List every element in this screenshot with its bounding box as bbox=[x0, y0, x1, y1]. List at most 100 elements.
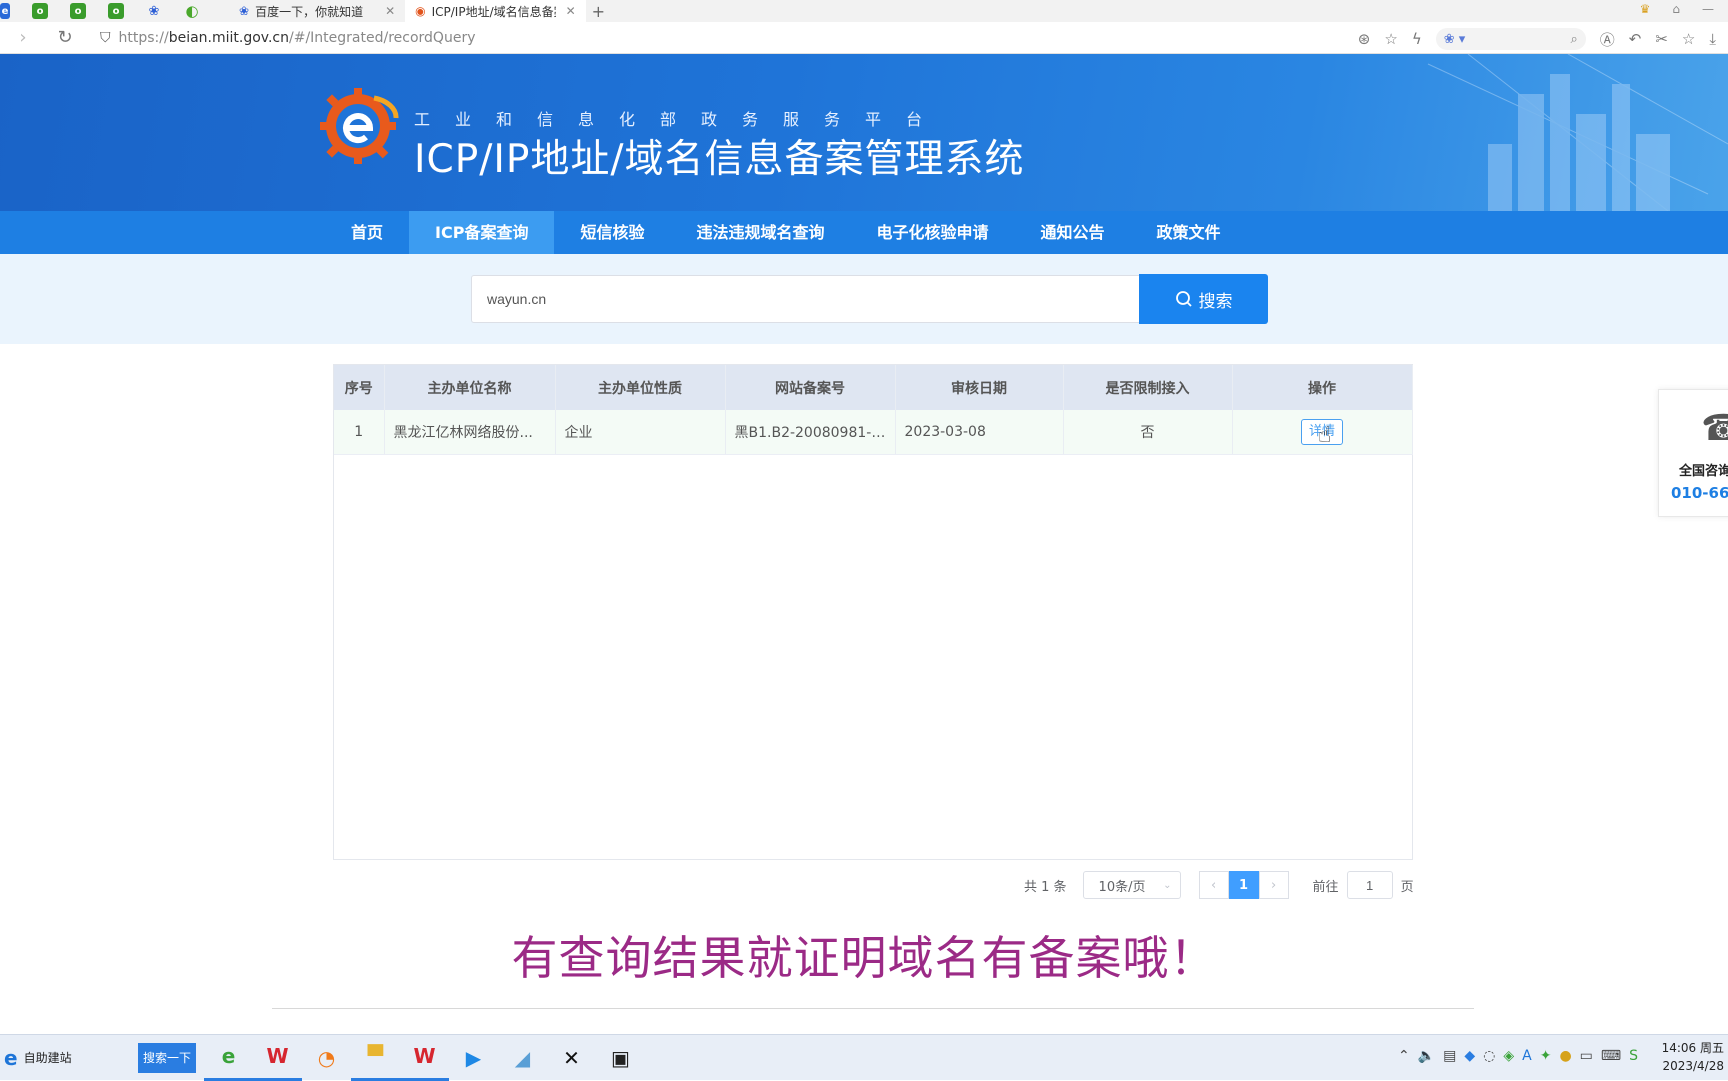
col-record-no: 网站备案号 bbox=[725, 365, 896, 410]
close-tab-icon[interactable]: ✕ bbox=[385, 4, 395, 18]
baidu-paw-icon[interactable]: ❀ bbox=[146, 3, 162, 19]
prev-page-button[interactable]: ‹ bbox=[1198, 871, 1229, 899]
baidu-paw-icon: ❀ bbox=[239, 4, 250, 18]
tray-app-icon[interactable]: ✦ bbox=[1540, 1048, 1552, 1064]
file-explorer-icon[interactable]: ▀ bbox=[351, 1035, 400, 1081]
translate-icon[interactable]: Ⓐ bbox=[1600, 29, 1615, 50]
table-row: 1 黑龙江亿林网络股份... 企业 黑B1.B2-20080981-86 202… bbox=[334, 410, 1413, 455]
chevron-up-icon[interactable]: ⌃ bbox=[1398, 1048, 1410, 1064]
next-page-button[interactable]: › bbox=[1258, 871, 1289, 899]
start-label: 自助建站 bbox=[23, 1051, 72, 1065]
reload-icon[interactable]: ↻ bbox=[50, 27, 80, 48]
volume-icon[interactable]: 🔈 bbox=[1418, 1048, 1435, 1064]
network-icon[interactable]: ▤ bbox=[1443, 1048, 1456, 1064]
tray-app-icon[interactable]: A bbox=[1522, 1048, 1532, 1064]
nav-e-verify-apply[interactable]: 电子化核验申请 bbox=[850, 211, 1014, 254]
col-action: 操作 bbox=[1232, 365, 1413, 410]
taskbar-apps: e W ◔ ▀ W ▶ ◢ ✕ ▣ bbox=[204, 1035, 645, 1081]
download-icon[interactable]: ⤓ bbox=[1709, 30, 1716, 48]
pagination-total: 共 1 条 bbox=[1024, 879, 1067, 895]
scissors-icon[interactable]: ✂ bbox=[1655, 30, 1668, 48]
wps-writer-icon[interactable]: W bbox=[400, 1035, 449, 1081]
cell-org-name: 黑龙江亿林网络股份... bbox=[384, 410, 556, 455]
chevron-down-icon: ⌄ bbox=[1163, 879, 1172, 891]
taskbar-search-button[interactable]: 搜索一下 bbox=[138, 1042, 196, 1073]
capcut-app-icon[interactable]: ✕ bbox=[547, 1035, 596, 1081]
page-size-select[interactable]: 10条/页 ⌄ bbox=[1082, 871, 1181, 899]
search-input[interactable] bbox=[471, 275, 1139, 323]
extension-icon[interactable]: ⊛ bbox=[1358, 30, 1371, 48]
cell-action: 详情 ☝ bbox=[1232, 410, 1413, 455]
search-band: 搜索 bbox=[0, 254, 1728, 344]
recorder-app-icon[interactable]: ▣ bbox=[596, 1035, 645, 1081]
minimize-icon[interactable]: — bbox=[1702, 2, 1714, 16]
keyboard-icon[interactable]: ⌨ bbox=[1601, 1048, 1621, 1064]
consult-side-panel[interactable]: ☎ 全国咨询 010-664 bbox=[1658, 389, 1728, 517]
tab-icp[interactable]: ◉ ICP/IP地址/域名信息备案管理系统 ✕ bbox=[405, 0, 586, 22]
col-restricted: 是否限制接入 bbox=[1063, 365, 1233, 410]
search-icon bbox=[1175, 291, 1192, 307]
url-host: beian.miit.gov.cn bbox=[168, 29, 290, 46]
browser-app-icon[interactable]: e bbox=[204, 1035, 253, 1081]
address-search-box[interactable]: ❀ ▾ ⌕ bbox=[1435, 28, 1586, 50]
clock-time: 14:06 周五 bbox=[1661, 1041, 1724, 1055]
video-app-icon[interactable]: ▶ bbox=[449, 1035, 498, 1081]
notes-app-icon[interactable]: ◢ bbox=[498, 1035, 547, 1081]
star-icon[interactable]: ☆ bbox=[1384, 30, 1397, 48]
address-bar: › ↻ ⛉ https://beian.miit.gov.cn/#/Integr… bbox=[0, 22, 1728, 54]
wps-app-icon[interactable]: W bbox=[253, 1035, 302, 1081]
close-tab-icon[interactable]: ✕ bbox=[566, 4, 576, 18]
taskbar-clock[interactable]: 14:06 周五 2023/4/28 bbox=[1662, 1039, 1724, 1075]
ie-favicon[interactable]: e bbox=[0, 3, 10, 19]
forward-icon[interactable]: › bbox=[8, 27, 38, 48]
bookmark-o-icon[interactable]: o bbox=[32, 3, 48, 19]
tray-app-icon[interactable]: S bbox=[1629, 1048, 1638, 1064]
page-number-current[interactable]: 1 bbox=[1228, 871, 1259, 899]
undo-icon[interactable]: ↶ bbox=[1629, 30, 1642, 48]
nav-icp-query[interactable]: ICP备案查询 bbox=[409, 211, 555, 254]
goto-page-input[interactable] bbox=[1346, 871, 1393, 899]
bookmark-o-icon[interactable]: o bbox=[108, 3, 124, 19]
shirt-icon[interactable]: ⌂ bbox=[1672, 2, 1680, 16]
cell-review-date: 2023-03-08 bbox=[895, 410, 1064, 455]
ie-icon: e bbox=[4, 1045, 18, 1070]
nav-sms-verify[interactable]: 短信核验 bbox=[554, 211, 670, 254]
new-tab-button[interactable]: + bbox=[592, 2, 605, 21]
page-size-value: 10条/页 bbox=[1098, 879, 1146, 895]
nav-illegal-domain-query[interactable]: 违法违规域名查询 bbox=[670, 211, 850, 254]
orange-app-icon[interactable]: ◔ bbox=[302, 1035, 351, 1081]
favorites-icon[interactable]: ☆ bbox=[1682, 30, 1695, 48]
goto-suffix: 页 bbox=[1400, 879, 1414, 895]
lightning-icon[interactable]: ϟ bbox=[1412, 30, 1422, 48]
detail-button[interactable]: 详情 ☝ bbox=[1301, 418, 1343, 447]
header-subtitle: 工业和信息化部政务服务平台 bbox=[414, 110, 948, 129]
browser-tabstrip: e o o o ❀ ◐ ❀ 百度一下，你就知道 ✕ ◉ ICP/IP地址/域名信… bbox=[0, 0, 1728, 22]
tab-baidu[interactable]: ❀ 百度一下，你就知道 ✕ bbox=[229, 0, 405, 22]
url-field[interactable]: ⛉ https://beian.miit.gov.cn/#/Integrated… bbox=[100, 30, 1260, 46]
cell-index: 1 bbox=[334, 410, 385, 455]
nav-notices[interactable]: 通知公告 bbox=[1015, 211, 1131, 254]
search-button-label: 搜索 bbox=[1198, 291, 1233, 311]
nav-home[interactable]: 首页 bbox=[325, 211, 409, 254]
tray-app-icon[interactable]: ● bbox=[1559, 1048, 1571, 1064]
site-header: 工业和信息化部政务服务平台 ICP/IP地址/域名信息备案管理系统 bbox=[0, 54, 1728, 211]
goto-page: 前往 页 bbox=[1313, 871, 1414, 899]
tray-app-icon[interactable]: ◆ bbox=[1464, 1048, 1475, 1064]
cell-record-no: 黑B1.B2-20080981-86 bbox=[725, 410, 896, 455]
table-header-row: 序号 主办单位名称 主办单位性质 网站备案号 审核日期 是否限制接入 操作 bbox=[334, 365, 1413, 410]
browser-logo-icon[interactable]: ◐ bbox=[184, 2, 200, 20]
main-nav: 首页 ICP备案查询 短信核验 违法违规域名查询 电子化核验申请 通知公告 政策… bbox=[0, 211, 1728, 254]
search-button[interactable]: 搜索 bbox=[1139, 274, 1268, 324]
video-caption: 有查询结果就证明域名有备案哦！ bbox=[511, 931, 1217, 985]
tray-app-icon[interactable]: ◈ bbox=[1503, 1048, 1514, 1064]
divider bbox=[272, 1008, 1474, 1009]
bookmark-o-icon[interactable]: o bbox=[70, 3, 86, 19]
phone-icon: ☎ bbox=[1701, 408, 1728, 449]
display-icon[interactable]: ▭ bbox=[1580, 1048, 1593, 1064]
crown-icon[interactable]: ♛ bbox=[1640, 2, 1651, 16]
system-tray: ⌃ 🔈 ▤ ◆ ◌ ◈ A ✦ ● ▭ ⌨ S bbox=[1398, 1048, 1638, 1064]
nav-policies[interactable]: 政策文件 bbox=[1131, 211, 1247, 254]
tray-app-icon[interactable]: ◌ bbox=[1483, 1048, 1495, 1064]
cell-restricted: 否 bbox=[1063, 410, 1233, 455]
taskbar-start[interactable]: e 自助建站 bbox=[0, 1046, 138, 1070]
